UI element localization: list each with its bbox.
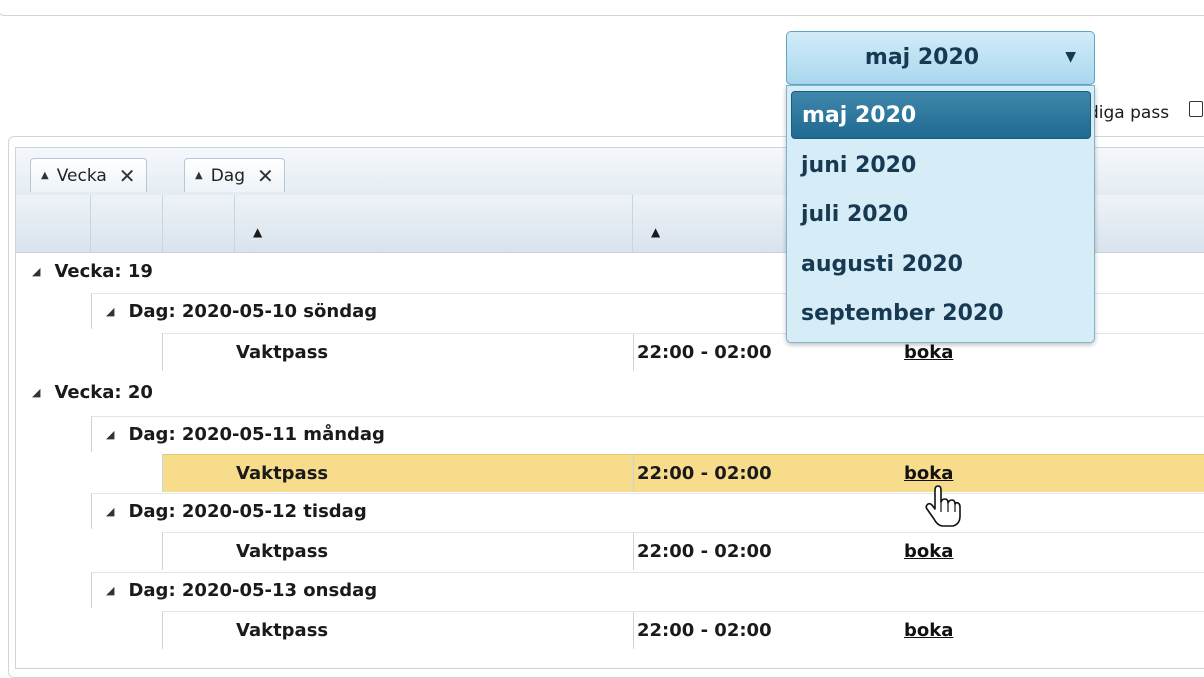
filter-checkbox[interactable] bbox=[1189, 101, 1203, 117]
month-option-juni-2020[interactable]: juni 2020 bbox=[791, 141, 1091, 189]
group-row-day[interactable]: ◢ Dag: 2020-05-13 onsdag bbox=[91, 572, 1204, 608]
month-select-value: maj 2020 bbox=[864, 45, 980, 70]
sort-up-icon: ▲ bbox=[651, 225, 661, 239]
table-row-selected[interactable]: Vaktpass 22:00 - 02:00 boka bbox=[162, 454, 1204, 492]
shift-time: 22:00 - 02:00 bbox=[637, 342, 772, 363]
close-icon[interactable]: ✕ bbox=[119, 164, 136, 188]
hand-pointer-cursor-icon bbox=[925, 485, 961, 527]
group-label: Dag: 2020-05-11 måndag bbox=[128, 424, 385, 445]
header-indent-2 bbox=[91, 195, 163, 252]
group-label: Dag: 2020-05-13 onsdag bbox=[128, 580, 378, 601]
month-option-augusti-2020[interactable]: augusti 2020 bbox=[791, 240, 1091, 288]
shift-time: 22:00 - 02:00 bbox=[637, 620, 772, 641]
shift-name: Vaktpass bbox=[236, 620, 329, 641]
group-row-day[interactable]: ◢ Dag: 2020-05-12 tisdag bbox=[91, 493, 1204, 529]
collapse-triangle-icon: ◢ bbox=[32, 264, 41, 278]
sort-up-icon: ▲ bbox=[41, 170, 49, 181]
header-indent-1 bbox=[16, 195, 91, 252]
column-divider bbox=[633, 533, 634, 570]
close-icon[interactable]: ✕ bbox=[257, 164, 274, 188]
column-divider bbox=[633, 455, 634, 492]
month-option-juli-2020[interactable]: juli 2020 bbox=[791, 190, 1091, 238]
collapse-triangle-icon: ◢ bbox=[32, 385, 41, 399]
triangle-down-icon: ▼ bbox=[1065, 49, 1076, 65]
collapse-triangle-icon: ◢ bbox=[106, 428, 115, 441]
group-label: Dag: 2020-05-12 tisdag bbox=[128, 501, 367, 522]
book-link[interactable]: boka bbox=[904, 342, 953, 363]
column-divider bbox=[633, 334, 634, 371]
shift-name: Vaktpass bbox=[236, 342, 329, 363]
month-option-september-2020[interactable]: september 2020 bbox=[791, 289, 1091, 337]
group-label: Vecka: 20 bbox=[54, 381, 153, 403]
sort-up-icon: ▲ bbox=[195, 170, 203, 181]
collapse-triangle-icon: ◢ bbox=[106, 305, 115, 318]
group-chip-label: Vecka bbox=[56, 165, 107, 186]
group-row-week[interactable]: ◢ Vecka: 20 bbox=[16, 374, 1204, 410]
group-label: Vecka: 19 bbox=[54, 260, 153, 282]
group-label: Dag: 2020-05-10 söndag bbox=[128, 301, 378, 322]
shift-time: 22:00 - 02:00 bbox=[637, 463, 772, 484]
shift-name: Vaktpass bbox=[236, 541, 329, 562]
book-link[interactable]: boka bbox=[904, 541, 953, 562]
table-row[interactable]: Vaktpass 22:00 - 02:00 boka bbox=[162, 532, 1204, 570]
shift-time: 22:00 - 02:00 bbox=[637, 541, 772, 562]
group-chip-dag[interactable]: ▲ Dag ✕ bbox=[184, 158, 285, 192]
month-options-list: maj 2020 juni 2020 juli 2020 augusti 202… bbox=[786, 85, 1095, 343]
group-chip-vecka[interactable]: ▲ Vecka ✕ bbox=[30, 158, 147, 192]
table-row[interactable]: Vaktpass 22:00 - 02:00 boka bbox=[162, 611, 1204, 649]
group-row-day[interactable]: ◢ Dag: 2020-05-11 måndag bbox=[91, 416, 1204, 452]
shift-name: Vaktpass bbox=[236, 463, 329, 484]
book-link[interactable]: boka bbox=[904, 620, 953, 641]
top-panel bbox=[0, 0, 1204, 16]
month-option-maj-2020[interactable]: maj 2020 bbox=[791, 91, 1091, 139]
sort-up-icon: ▲ bbox=[253, 225, 263, 239]
collapse-triangle-icon: ◢ bbox=[106, 584, 115, 597]
group-chip-label: Dag bbox=[210, 165, 246, 186]
book-link[interactable]: boka bbox=[904, 463, 953, 484]
column-divider bbox=[633, 612, 634, 649]
filter-label: diga pass bbox=[1088, 103, 1170, 123]
collapse-triangle-icon: ◢ bbox=[106, 505, 115, 518]
header-indent-3 bbox=[163, 195, 235, 252]
header-column-name[interactable]: ▲ bbox=[235, 195, 633, 252]
month-select[interactable]: maj 2020 ▼ bbox=[786, 31, 1095, 85]
